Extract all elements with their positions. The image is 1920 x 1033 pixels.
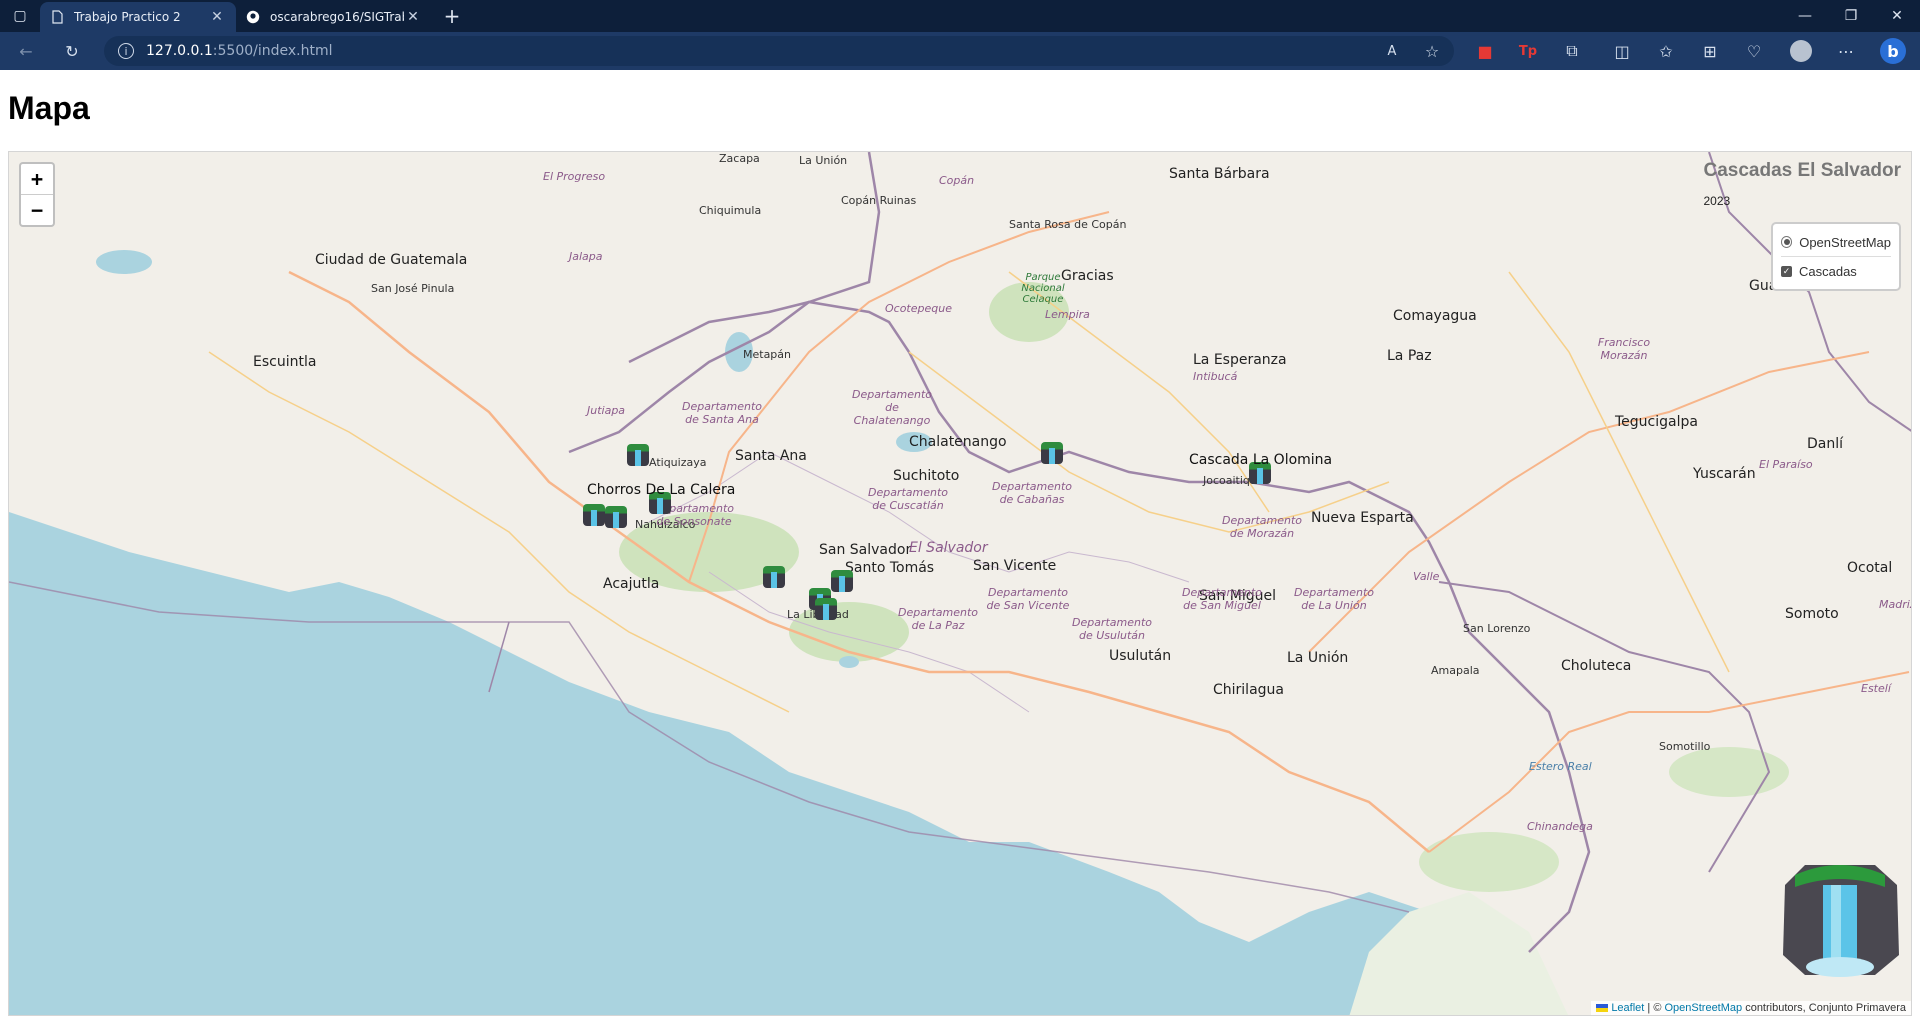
info-icon[interactable]: i bbox=[118, 43, 134, 59]
overlay-layer-option[interactable]: ✓ Cascadas bbox=[1781, 256, 1891, 283]
tab-trabajo-practico[interactable]: Trabajo Practico 2 ✕ bbox=[40, 2, 236, 32]
tab-title: Trabajo Practico 2 bbox=[74, 10, 181, 24]
favorite-star-icon[interactable]: ☆ bbox=[1422, 41, 1442, 61]
attribution-suffix: contributors, Conjunto Primavera bbox=[1742, 1002, 1906, 1014]
minimize-icon[interactable]: — bbox=[1782, 0, 1828, 32]
checkbox-icon[interactable]: ✓ bbox=[1781, 265, 1792, 277]
map-attribution: Leaflet | © OpenStreetMap contributors, … bbox=[1591, 1001, 1911, 1015]
map-container[interactable]: Zacapa La Unión Chiquimula Copán Ruinas … bbox=[8, 151, 1912, 1016]
tab-bar: ▢ Trabajo Practico 2 ✕ oscarabrego16/SIG… bbox=[0, 0, 1920, 32]
close-icon[interactable]: ✕ bbox=[404, 9, 422, 25]
osm-link[interactable]: OpenStreetMap bbox=[1664, 1002, 1742, 1014]
url-host: 127.0.0.1 bbox=[146, 43, 213, 59]
back-icon[interactable]: ← bbox=[16, 41, 36, 61]
address-bar[interactable]: i 127.0.0.1:5500/index.html bbox=[104, 36, 1454, 66]
extension-tp-icon[interactable]: Tp bbox=[1518, 41, 1538, 61]
map-tiles bbox=[9, 152, 1911, 1015]
profile-avatar[interactable] bbox=[1790, 40, 1812, 62]
waterfall-marker[interactable] bbox=[605, 506, 627, 528]
waterfall-marker[interactable] bbox=[1041, 442, 1063, 464]
waterfall-marker[interactable] bbox=[627, 444, 649, 466]
overlay-layer-label: Cascadas bbox=[1799, 263, 1857, 279]
leaflet-link[interactable]: Leaflet bbox=[1611, 1002, 1644, 1014]
url-path: :5500/index.html bbox=[212, 43, 333, 59]
map-info-title: Cascadas El Salvador bbox=[1703, 160, 1902, 181]
github-icon bbox=[246, 10, 260, 24]
park-area bbox=[1669, 747, 1789, 797]
waterfall-logo bbox=[1783, 865, 1899, 977]
read-aloud-icon[interactable]: A bbox=[1382, 41, 1402, 61]
split-screen-icon[interactable]: ◫ bbox=[1612, 41, 1632, 61]
collections-icon[interactable]: ⊞ bbox=[1700, 41, 1720, 61]
map-info-box: Cascadas El Salvador 2023 bbox=[1704, 160, 1902, 208]
close-icon[interactable]: ✕ bbox=[208, 9, 226, 25]
land-area bbox=[9, 152, 1911, 1015]
attribution-separator: | © bbox=[1644, 1002, 1665, 1014]
waterfall-marker[interactable] bbox=[815, 598, 837, 620]
base-layer-label: OpenStreetMap bbox=[1799, 234, 1891, 250]
park-area bbox=[1419, 832, 1559, 892]
waterfall-marker[interactable] bbox=[831, 570, 853, 592]
performance-icon[interactable]: ♡ bbox=[1744, 41, 1764, 61]
lake bbox=[96, 250, 152, 274]
tab-actions-icon[interactable]: ▢ bbox=[0, 0, 40, 32]
waterfall-marker[interactable] bbox=[763, 566, 785, 588]
window-close-icon[interactable]: ✕ bbox=[1874, 0, 1920, 32]
zoom-control: + − bbox=[19, 162, 55, 227]
lake bbox=[839, 656, 859, 668]
zoom-out-button[interactable]: − bbox=[21, 194, 53, 225]
page-icon bbox=[52, 10, 63, 24]
lake bbox=[896, 432, 932, 452]
marker-label-chorros: Chorros De La Calera bbox=[587, 482, 736, 498]
extension-lock-icon[interactable]: ■ bbox=[1475, 41, 1495, 61]
layer-control: OpenStreetMap ✓ Cascadas bbox=[1771, 222, 1901, 291]
browser-toolbar: ← ↻ i 127.0.0.1:5500/index.html A ☆ ■ Tp… bbox=[0, 32, 1920, 70]
ukraine-flag-icon bbox=[1596, 1004, 1609, 1012]
tab-title: oscarabrego16/SIGTrabajoPractic bbox=[270, 10, 404, 24]
park-area bbox=[989, 282, 1069, 342]
marker-label-olomina: Cascada La Olomina bbox=[1189, 452, 1333, 468]
refresh-icon[interactable]: ↻ bbox=[62, 41, 82, 61]
zoom-in-button[interactable]: + bbox=[21, 164, 53, 194]
page-title: Mapa bbox=[8, 90, 90, 126]
extensions-icon[interactable]: ⧉ bbox=[1562, 41, 1582, 61]
more-menu-icon[interactable]: ⋯ bbox=[1836, 41, 1856, 61]
favorites-icon[interactable]: ✩ bbox=[1656, 41, 1676, 61]
radio-icon[interactable] bbox=[1781, 236, 1793, 248]
restore-icon[interactable]: ❐ bbox=[1828, 0, 1874, 32]
waterfall-marker[interactable] bbox=[583, 504, 605, 526]
tab-github[interactable]: oscarabrego16/SIGTrabajoPractic ✕ bbox=[236, 2, 432, 32]
map-info-year: 2023 bbox=[1703, 194, 1731, 208]
base-layer-option[interactable]: OpenStreetMap bbox=[1781, 230, 1891, 254]
new-tab-icon[interactable]: + bbox=[432, 0, 472, 32]
copilot-icon[interactable]: b bbox=[1880, 38, 1906, 64]
